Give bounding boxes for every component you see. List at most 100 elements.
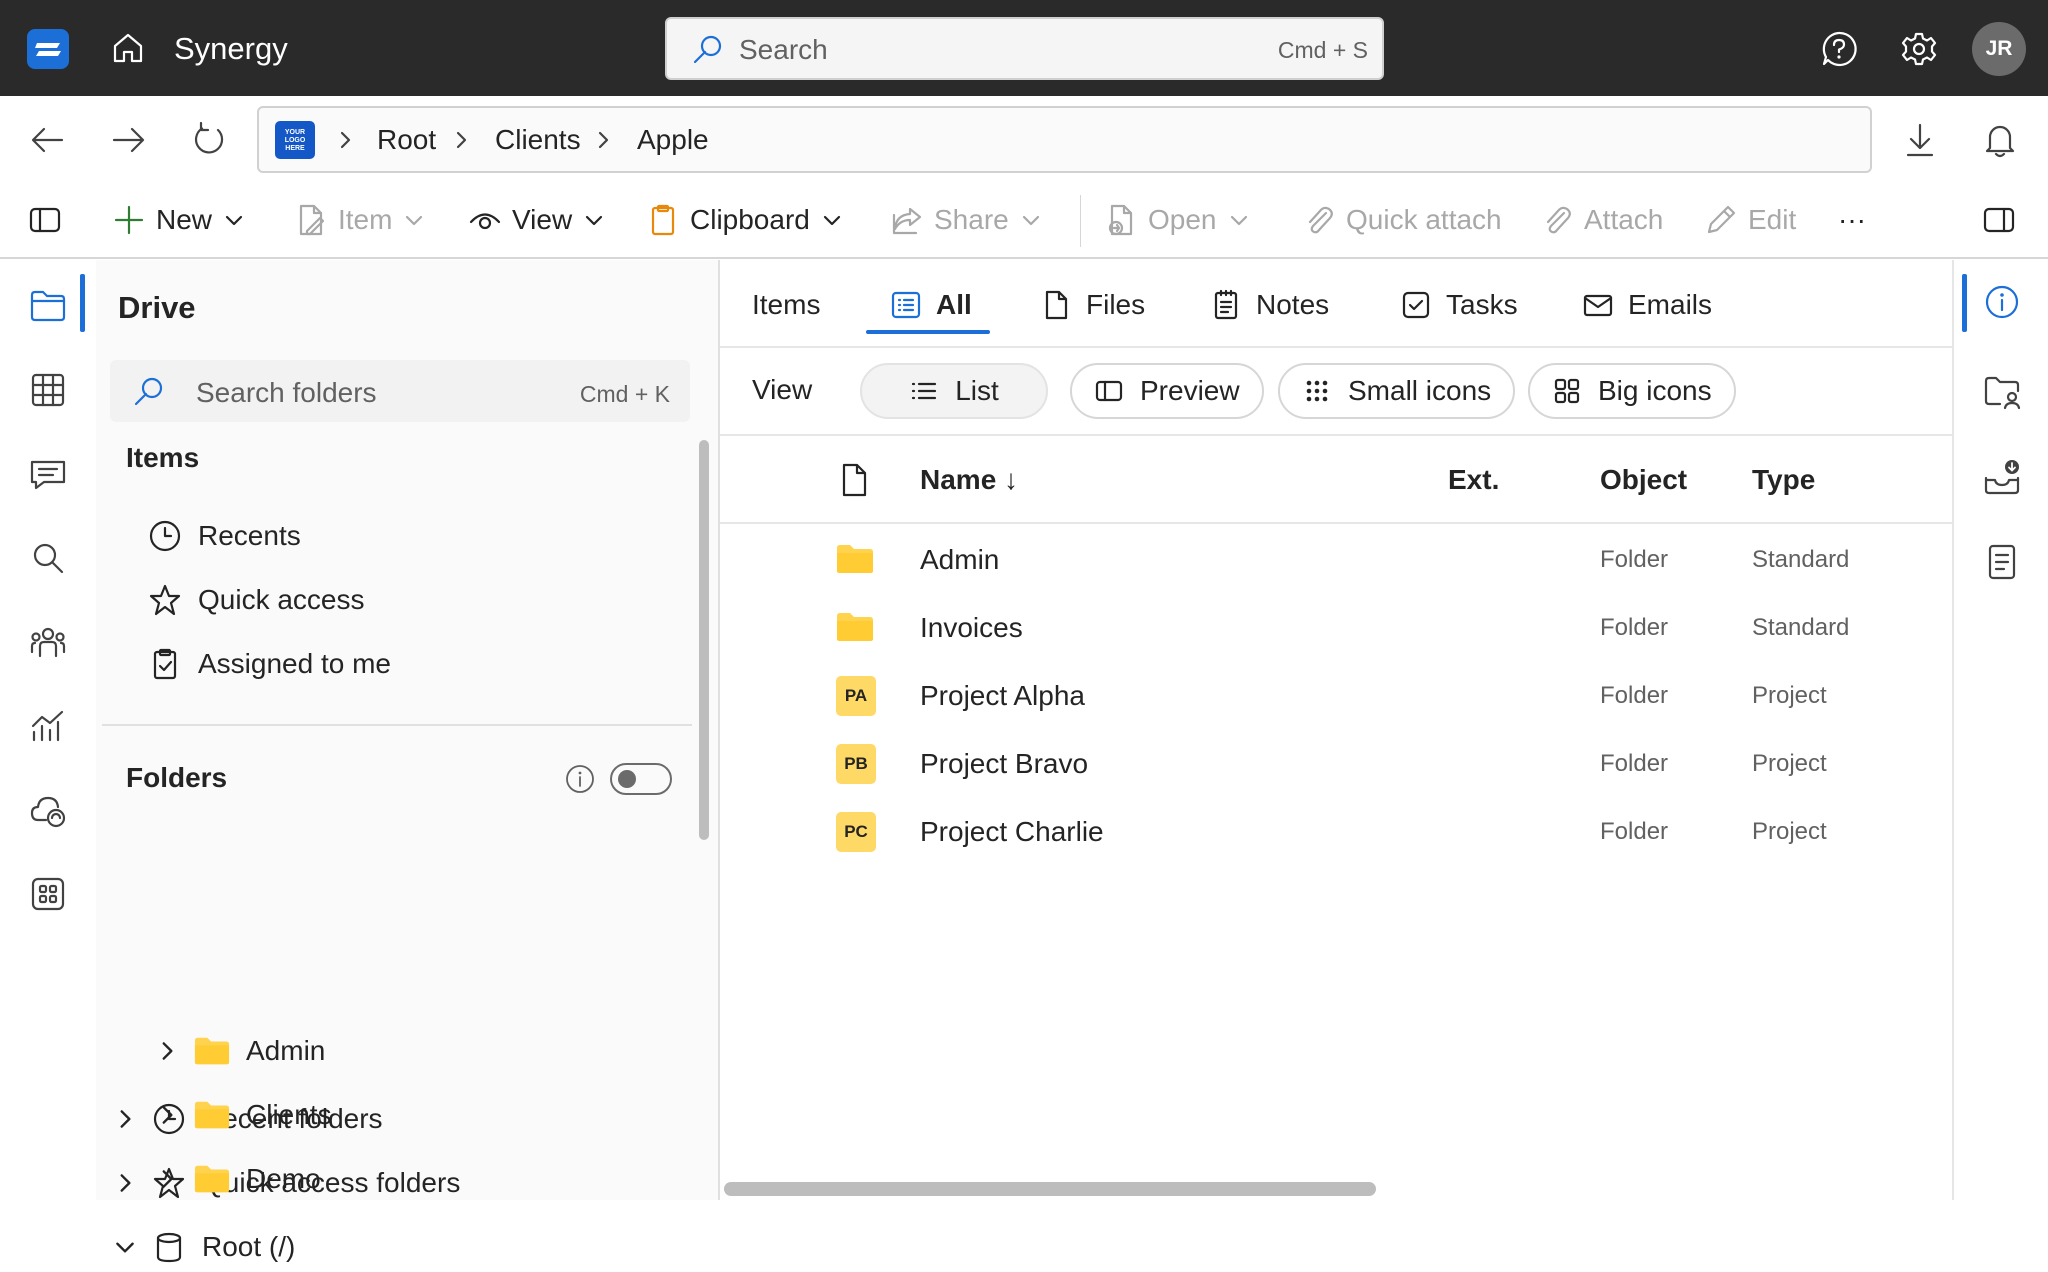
toggle-knob (618, 770, 636, 788)
chat-list-icon[interactable] (28, 454, 68, 494)
info-icon[interactable] (1982, 282, 2022, 322)
app-logo-icon[interactable] (27, 29, 69, 69)
search-icon[interactable] (28, 538, 68, 578)
folders-toggle-switch[interactable] (610, 763, 672, 795)
forward-arrow-icon[interactable] (108, 120, 148, 160)
pane-scrollbar[interactable] (699, 440, 709, 840)
info-icon[interactable] (564, 763, 596, 795)
refresh-icon[interactable] (188, 120, 228, 160)
breadcrumb-root[interactable]: Root (377, 124, 436, 156)
folder-icon (194, 1036, 230, 1066)
breadcrumb-clients[interactable]: Clients (495, 124, 581, 156)
tab-notes[interactable]: Notes (1210, 284, 1329, 326)
file-type-column-icon[interactable] (838, 462, 870, 498)
sidebar-item-label: Recents (198, 520, 301, 551)
cloud-sync-icon[interactable] (28, 790, 68, 830)
home-icon[interactable] (110, 30, 146, 66)
sidebar-item-assigned-to-me[interactable]: Assigned to me (148, 639, 391, 689)
inbox-download-icon[interactable] (1982, 458, 2022, 498)
small-icons-grid-icon (1306, 380, 1328, 402)
sidebar-item-recents[interactable]: Recents (148, 511, 301, 561)
help-icon[interactable] (1820, 30, 1858, 68)
view-button[interactable]: View (468, 197, 606, 243)
share-button[interactable]: Share (890, 197, 1043, 243)
search-folders-placeholder: Search folders (196, 377, 377, 408)
document-lines-icon[interactable] (1982, 542, 2022, 582)
tab-tasks[interactable]: Tasks (1400, 284, 1518, 326)
edit-button[interactable]: Edit (1704, 197, 1796, 243)
view-preview-button[interactable]: Preview (1070, 363, 1264, 419)
chevron-right-icon (154, 1038, 180, 1064)
folder-icon (194, 1100, 230, 1130)
tab-all[interactable]: All (890, 284, 972, 326)
clipboard-button[interactable]: Clipboard (646, 197, 844, 243)
folder-person-icon[interactable] (1982, 372, 2022, 412)
quick-attach-button-label: Quick attach (1346, 204, 1502, 235)
table-row[interactable]: PB Project Bravo Folder Project (720, 730, 1952, 798)
apps-grid-icon[interactable] (28, 874, 68, 914)
chevron-right-icon (591, 127, 615, 153)
right-rail (1952, 260, 2048, 1200)
global-search-input[interactable]: Search Cmd + S (665, 17, 1384, 80)
view-mode-row: View List Preview Small icons Big icons (720, 348, 1952, 436)
people-team-icon[interactable] (28, 622, 68, 662)
cell-object: Folder (1600, 818, 1669, 845)
horizontal-scrollbar[interactable] (724, 1182, 1376, 1196)
view-list-button[interactable]: List (860, 363, 1048, 419)
user-avatar[interactable]: JR (1972, 22, 2026, 76)
download-icon[interactable] (1900, 120, 1940, 160)
table-row[interactable]: Admin Folder Standard (720, 526, 1952, 594)
items-heading: Items (126, 442, 200, 473)
breadcrumb[interactable]: YOUR LOGO HERE Root Clients Apple (257, 106, 1872, 173)
quick-attach-button[interactable]: Quick attach (1302, 197, 1502, 243)
more-options-button[interactable]: ··· (1838, 197, 1866, 243)
table-row[interactable]: Invoices Folder Standard (720, 594, 1952, 662)
tab-emails[interactable]: Emails (1582, 284, 1712, 326)
view-big-icons-button[interactable]: Big icons (1528, 363, 1736, 419)
notifications-bell-icon[interactable] (1980, 120, 2020, 160)
toggle-details-pane-icon[interactable] (1982, 197, 2016, 243)
chevron-down-icon (112, 1234, 138, 1260)
column-header-ext[interactable]: Ext. (1448, 464, 1499, 496)
attach-button-label: Attach (1584, 204, 1664, 235)
cell-object: Folder (1600, 750, 1669, 777)
breadcrumb-apple[interactable]: Apple (637, 124, 709, 156)
column-header-object[interactable]: Object (1600, 464, 1687, 496)
view-small-icons-button[interactable]: Small icons (1278, 363, 1516, 419)
attach-button[interactable]: Attach (1540, 197, 1663, 243)
command-bar: New Item View Clipboard Share Open Quick… (0, 185, 2048, 259)
pill-label: List (955, 375, 999, 406)
tree-item-root[interactable]: Root (/) (112, 1222, 295, 1272)
table-row[interactable]: PA Project Alpha Folder Project (720, 662, 1952, 730)
tree-item-admin[interactable]: Admin (154, 1026, 325, 1076)
sidebar-item-quick-access[interactable]: Quick access (148, 575, 365, 625)
column-header-type[interactable]: Type (1752, 464, 1815, 496)
toggle-sidebar-icon[interactable] (28, 197, 62, 243)
item-button[interactable]: Item (294, 197, 426, 243)
view-button-label: View (512, 204, 573, 235)
clipboard-button-label: Clipboard (690, 204, 810, 235)
tree-item-clients[interactable]: Clients (154, 1090, 332, 1140)
edit-button-label: Edit (1748, 204, 1797, 235)
chevron-down-icon (1227, 208, 1251, 232)
drive-folder-icon[interactable] (28, 286, 68, 326)
analytics-chart-icon[interactable] (28, 706, 68, 746)
cell-name: Admin (920, 544, 1000, 575)
column-header-name[interactable]: Name ↓ (920, 464, 1018, 496)
tab-label: Tasks (1446, 289, 1518, 320)
top-bar: Synergy Search Cmd + S JR (0, 0, 2048, 96)
back-arrow-icon[interactable] (28, 120, 68, 160)
tab-label: Notes (1256, 289, 1330, 320)
settings-gear-icon[interactable] (1900, 30, 1938, 68)
sidebar-item-label: Quick access (198, 584, 365, 615)
tree-item-demo[interactable]: Demo (154, 1154, 321, 1204)
open-button[interactable]: Open (1104, 197, 1251, 243)
search-folders-input[interactable]: Search folders Cmd + K (110, 360, 690, 422)
view-label: View (752, 374, 813, 405)
table-row[interactable]: PC Project Charlie Folder Project (720, 798, 1952, 866)
cell-object: Folder (1600, 614, 1669, 641)
tab-files[interactable]: Files (1040, 284, 1145, 326)
right-rail-active-indicator (1962, 274, 1967, 332)
new-button[interactable]: New (112, 197, 246, 243)
grid-table-icon[interactable] (28, 370, 68, 410)
